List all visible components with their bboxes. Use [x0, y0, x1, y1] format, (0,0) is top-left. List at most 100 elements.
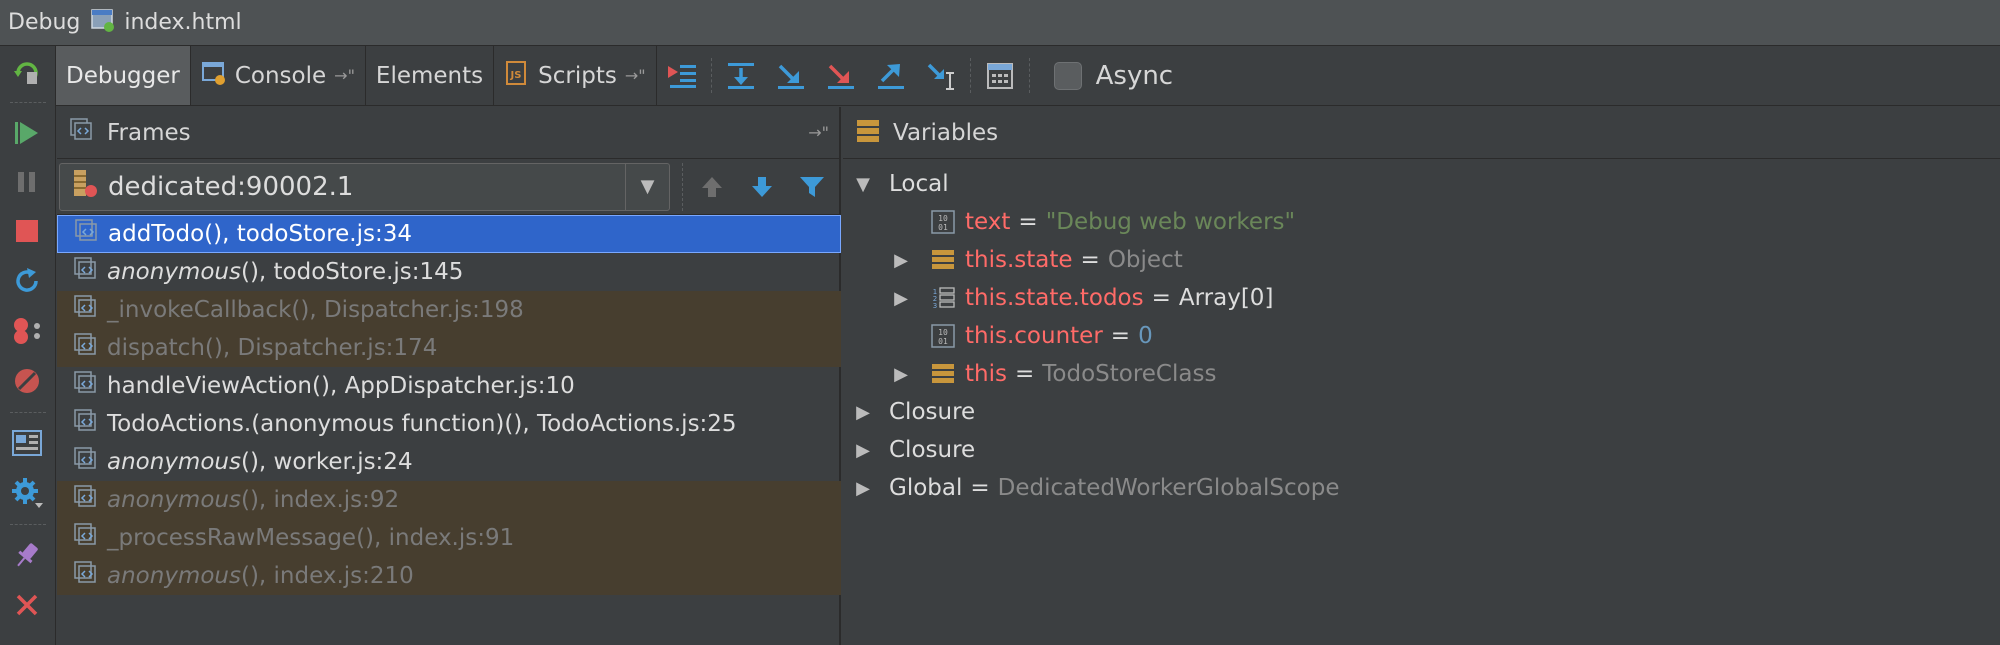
close-icon[interactable] — [8, 586, 46, 624]
scope-local[interactable]: ▼ Local — [843, 165, 2000, 203]
previous-frame-icon[interactable] — [687, 163, 737, 211]
rerun-icon[interactable] — [8, 54, 46, 92]
pause-icon[interactable] — [8, 163, 46, 201]
expanded-triangle-icon[interactable]: ▼ — [853, 174, 873, 195]
tab-console[interactable]: Console →" — [191, 46, 366, 105]
scope-closure[interactable]: ▶ Closure — [843, 431, 2000, 469]
var-name: this — [965, 361, 1007, 387]
stop-icon[interactable] — [8, 212, 46, 250]
scope-global[interactable]: ▶ Global = DedicatedWorkerGlobalScope — [843, 469, 2000, 507]
scope-label: Global — [889, 475, 963, 501]
frame-location: , AppDispatcher.js:10 — [329, 373, 575, 399]
frames-header: Frames →" — [57, 107, 839, 159]
filter-icon[interactable] — [787, 163, 837, 211]
primitive-value-icon: 10 01 — [931, 324, 955, 348]
settings-gear-icon[interactable] — [8, 474, 46, 512]
reload-icon[interactable] — [8, 262, 46, 300]
thread-icon — [70, 167, 98, 206]
var-value: TodoStoreClass — [1042, 361, 1217, 387]
async-checkbox-box[interactable] — [1053, 61, 1082, 90]
frame-function: _processRawMessage() — [107, 525, 375, 551]
frame-item[interactable]: _invokeCallback(), Dispatcher.js:198 — [57, 291, 841, 329]
frame-item[interactable]: dispatch(), Dispatcher.js:174 — [57, 329, 841, 367]
scope-label: Local — [889, 171, 949, 197]
frame-function-parens: () — [240, 449, 259, 475]
frame-item[interactable]: anonymous(), index.js:210 — [57, 557, 841, 595]
equals-sign: = — [970, 475, 990, 501]
frame-location: , TodoActions.js:25 — [522, 411, 737, 437]
frame-location: , todoStore.js:145 — [258, 259, 464, 285]
var-this-state-todos[interactable]: ▶ 123 this.state.todos = Array[0] — [843, 279, 2000, 317]
frame-item[interactable]: _processRawMessage(), index.js:91 — [57, 519, 841, 557]
tab-console-label: Console — [234, 62, 327, 89]
frame-item[interactable]: addTodo(), todoStore.js:34 — [57, 215, 841, 253]
equals-sign: = — [1014, 361, 1035, 387]
frame-item[interactable]: TodoActions.(anonymous function)(), Todo… — [57, 405, 841, 443]
var-this[interactable]: ▶ this = TodoStoreClass — [843, 355, 2000, 393]
svg-text:JS: JS — [510, 70, 522, 81]
mute-breakpoints-icon[interactable] — [8, 362, 46, 400]
frame-item[interactable]: anonymous(), index.js:92 — [57, 481, 841, 519]
svg-text:01: 01 — [938, 223, 948, 232]
stack-frame-icon — [73, 256, 99, 288]
evaluate-expression-icon[interactable] — [975, 46, 1025, 105]
frame-item[interactable]: anonymous(), todoStore.js:145 — [57, 253, 841, 291]
console-icon — [201, 60, 227, 92]
array-icon: 123 — [931, 286, 955, 310]
collapsed-triangle-icon[interactable]: ▶ — [891, 288, 911, 309]
pin-icon[interactable]: →" — [808, 123, 829, 142]
chevron-down-icon[interactable]: ▼ — [625, 163, 669, 210]
equals-sign: = — [1110, 323, 1131, 349]
frame-function: anonymous — [107, 487, 241, 513]
frame-function: handleViewAction() — [107, 373, 330, 399]
collapsed-triangle-icon[interactable]: ▶ — [891, 250, 911, 271]
collapsed-triangle-icon[interactable]: ▶ — [853, 478, 873, 499]
variables-icon — [855, 117, 881, 149]
stack-frame-icon — [73, 560, 99, 592]
async-checkbox[interactable]: Async — [1034, 46, 1173, 105]
show-execution-point-icon[interactable] — [657, 46, 707, 105]
force-step-into-icon[interactable] — [816, 46, 866, 105]
debug-mode-label: Debug — [8, 10, 81, 35]
thread-dropdown[interactable]: dedicated:90002.1 ▼ — [59, 162, 670, 211]
collapsed-triangle-icon[interactable]: ▶ — [891, 364, 911, 385]
scope-closure[interactable]: ▶ Closure — [843, 393, 2000, 431]
frame-location: , worker.js:24 — [258, 449, 413, 475]
step-into-icon[interactable] — [766, 46, 816, 105]
frame-item[interactable]: handleViewAction(), AppDispatcher.js:10 — [57, 367, 841, 405]
run-to-cursor-icon[interactable] — [916, 46, 966, 105]
var-value: "Debug web workers" — [1045, 209, 1296, 235]
pin-icon[interactable]: →" — [625, 66, 646, 85]
frame-location: , index.js:210 — [258, 563, 414, 589]
var-text[interactable]: 10 01 text = "Debug web workers" — [843, 203, 2000, 241]
frame-item[interactable]: anonymous(), worker.js:24 — [57, 443, 841, 481]
collapsed-triangle-icon[interactable]: ▶ — [853, 402, 873, 423]
var-name: this.state — [965, 247, 1073, 273]
thread-selector-row: dedicated:90002.1 ▼ — [57, 159, 839, 215]
scope-label: Closure — [889, 399, 976, 425]
tab-scripts[interactable]: JS Scripts →" — [494, 46, 657, 105]
pin-icon[interactable]: →" — [334, 66, 355, 85]
frame-function: _invokeCallback() — [107, 297, 310, 323]
frame-function-parens: () — [240, 487, 259, 513]
variables-panel: Variables ▼ Local 10 01 text = "Debug web… — [843, 107, 2000, 645]
frame-function-parens: () — [240, 259, 259, 285]
frames-panel: Frames →" dedicated:90002.1 ▼ addTodo(),… — [57, 107, 841, 645]
var-this-state[interactable]: ▶ this.state = Object — [843, 241, 2000, 279]
tab-elements-label: Elements — [375, 62, 484, 89]
resume-icon[interactable] — [8, 114, 46, 152]
step-out-icon[interactable] — [866, 46, 916, 105]
tab-elements[interactable]: Elements — [366, 46, 495, 105]
view-breakpoints-icon[interactable] — [8, 312, 46, 350]
restore-layout-icon[interactable] — [8, 424, 46, 462]
tab-debugger[interactable]: Debugger — [56, 46, 191, 105]
next-frame-icon[interactable] — [737, 163, 787, 211]
collapsed-triangle-icon[interactable]: ▶ — [853, 440, 873, 461]
pin-tab-icon[interactable] — [8, 536, 46, 574]
stack-frame-icon — [73, 446, 99, 478]
svg-text:01: 01 — [938, 337, 948, 346]
step-over-icon[interactable] — [716, 46, 766, 105]
stack-frame-icon — [73, 294, 99, 326]
debug-side-toolbar — [0, 46, 56, 645]
var-this-counter[interactable]: 10 01 this.counter = 0 — [843, 317, 2000, 355]
